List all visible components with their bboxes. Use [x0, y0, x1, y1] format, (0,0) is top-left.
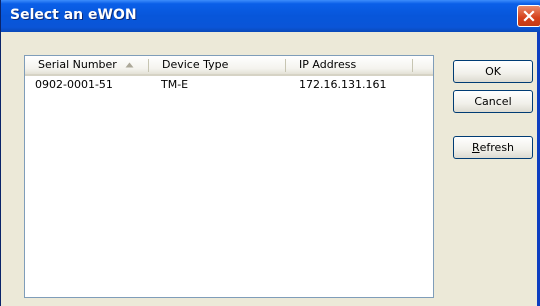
cell-device-type: TM-E — [161, 78, 189, 91]
column-header-label: Device Type — [162, 58, 229, 71]
list-header: Serial Number Device Type IP Address — [25, 56, 433, 76]
ok-button[interactable]: OK — [453, 60, 533, 83]
select-ewon-dialog: Select an eWON Serial Number Device Type… — [0, 0, 540, 306]
close-button[interactable] — [517, 5, 540, 27]
column-header-ip-address[interactable]: IP Address — [286, 56, 412, 74]
column-header-device-type[interactable]: Device Type — [149, 56, 291, 74]
cell-serial-number: 0902-0001-51 — [35, 78, 113, 91]
column-header-label: Serial Number — [38, 58, 117, 71]
column-header-serial-number[interactable]: Serial Number — [25, 56, 148, 74]
refresh-button[interactable]: Refresh — [453, 136, 533, 159]
sort-ascending-icon — [125, 62, 134, 68]
refresh-label: efresh — [479, 141, 515, 154]
column-header-label: IP Address — [299, 58, 357, 71]
refresh-mnemonic: R — [471, 141, 480, 154]
column-separator[interactable] — [412, 59, 413, 72]
cell-ip-address: 172.16.131.161 — [299, 78, 387, 91]
close-icon — [523, 10, 535, 22]
dialog-title: Select an eWON — [10, 7, 137, 23]
cancel-button[interactable]: Cancel — [453, 90, 533, 113]
title-bar[interactable]: Select an eWON — [1, 0, 540, 32]
table-row[interactable]: 0902-0001-51 TM-E 172.16.131.161 — [25, 77, 433, 93]
ewon-list[interactable]: Serial Number Device Type IP Address 090… — [24, 55, 434, 298]
